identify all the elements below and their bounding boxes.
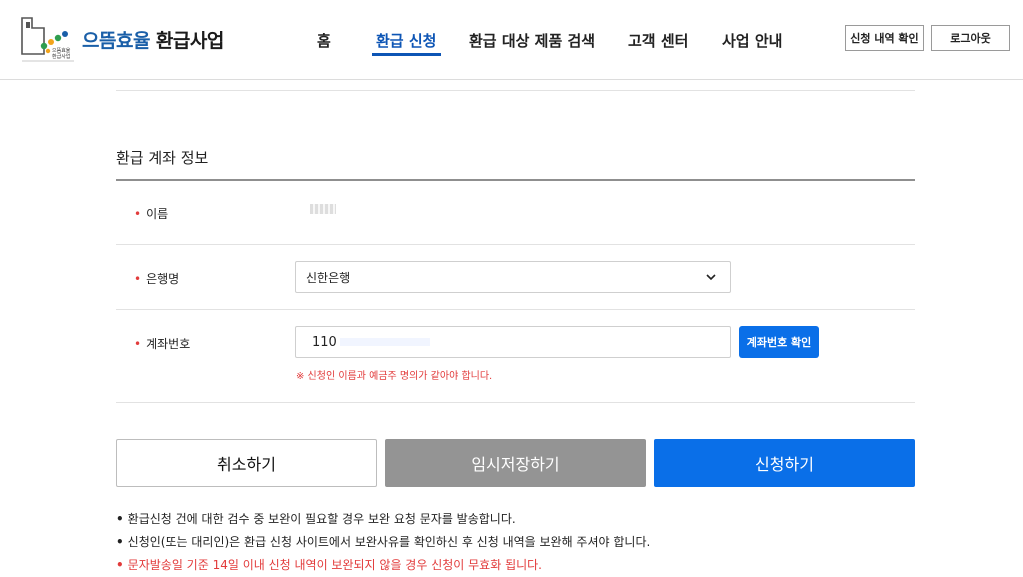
check-history-button[interactable]: 신청 내역 확인 bbox=[845, 25, 924, 51]
nav-active-indicator bbox=[372, 53, 441, 56]
row-divider bbox=[116, 244, 915, 245]
logo-title-primary: 으뜸효율 bbox=[82, 30, 150, 52]
svg-text:환급사업: 환급사업 bbox=[52, 53, 70, 60]
account-number-value: 110 bbox=[312, 334, 337, 350]
chevron-down-icon bbox=[706, 274, 716, 281]
account-number-redacted bbox=[340, 338, 430, 346]
bank-label-text: 은행명 bbox=[146, 272, 180, 286]
notice-text: 문자발송일 기준 14일 이내 신청 내역이 보완되지 않을 경우 신청이 무효… bbox=[127, 558, 542, 572]
required-mark: • bbox=[134, 337, 142, 351]
nav-home[interactable]: 홈 bbox=[317, 30, 331, 51]
logout-button[interactable]: 로그아웃 bbox=[931, 25, 1010, 51]
section-divider bbox=[116, 179, 915, 181]
bullet: • bbox=[116, 558, 124, 572]
account-label: • 계좌번호 bbox=[134, 335, 190, 352]
bullet: • bbox=[116, 512, 124, 526]
bullet: • bbox=[116, 535, 124, 549]
nav-apply[interactable]: 환급 신청 bbox=[376, 30, 436, 51]
nav-business-info[interactable]: 사업 안내 bbox=[722, 30, 782, 51]
notice-text: 환급신청 건에 대한 검수 중 보완이 필요할 경우 보완 요청 문자를 발송합… bbox=[127, 512, 516, 526]
site-header: 으뜸효율 환급사업 으뜸효율 환급사업 홈 환급 신청 환급 대상 제품 검색 고… bbox=[0, 0, 1023, 80]
notice-text: 신청인(또는 대리인)은 환급 신청 사이트에서 보완사유를 확인하신 후 신청… bbox=[127, 535, 651, 549]
account-label-text: 계좌번호 bbox=[146, 337, 191, 351]
logo-title[interactable]: 으뜸효율 환급사업 bbox=[82, 26, 224, 53]
section-title: 환급 계좌 정보 bbox=[116, 149, 209, 167]
name-label: • 이름 bbox=[134, 205, 168, 222]
logo-title-secondary: 환급사업 bbox=[155, 30, 224, 52]
logo-icon[interactable]: 으뜸효율 환급사업 bbox=[18, 14, 78, 64]
name-label-text: 이름 bbox=[146, 207, 169, 221]
row-divider bbox=[116, 309, 915, 310]
verify-account-button[interactable]: 계좌번호 확인 bbox=[739, 326, 819, 358]
name-value-redacted bbox=[310, 204, 336, 214]
notice-item: • 신청인(또는 대리인)은 환급 신청 사이트에서 보완사유를 확인하신 후 신… bbox=[116, 533, 650, 550]
account-warning: ※ 신청인 이름과 예금주 명의가 같아야 합니다. bbox=[296, 371, 493, 382]
bank-select-value: 신한은행 bbox=[306, 270, 351, 285]
bank-label: • 은행명 bbox=[134, 270, 179, 287]
notice-item-highlight: • 문자발송일 기준 14일 이내 신청 내역이 보완되지 않을 경우 신청이 무… bbox=[116, 556, 542, 573]
bank-select[interactable]: 신한은행 bbox=[295, 261, 731, 293]
temp-save-button[interactable]: 임시저장하기 bbox=[385, 439, 646, 487]
notice-item: • 환급신청 건에 대한 검수 중 보완이 필요할 경우 보완 요청 문자를 발송… bbox=[116, 510, 516, 527]
nav-customer-center[interactable]: 고객 센터 bbox=[628, 30, 688, 51]
required-mark: • bbox=[134, 207, 142, 221]
submit-button[interactable]: 신청하기 bbox=[654, 439, 915, 487]
required-mark: • bbox=[134, 272, 142, 286]
row-divider bbox=[116, 402, 915, 403]
divider bbox=[116, 90, 915, 91]
nav-product-search[interactable]: 환급 대상 제품 검색 bbox=[469, 30, 595, 51]
cancel-button[interactable]: 취소하기 bbox=[116, 439, 377, 487]
